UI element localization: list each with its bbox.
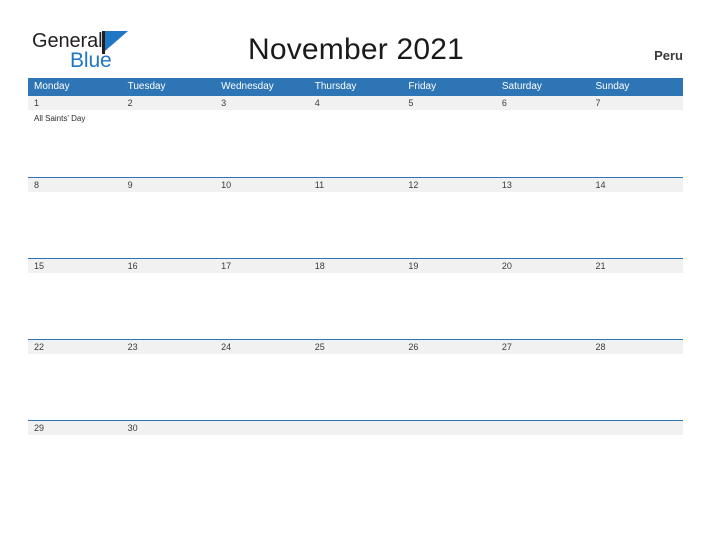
day-number: 7 <box>595 98 601 108</box>
day-number: 8 <box>34 180 40 190</box>
day-number: 23 <box>127 342 138 352</box>
calendar-week-row: 22 23 24 25 26 27 28 <box>28 339 683 420</box>
calendar-day-cell[interactable]: 11 <box>309 178 403 258</box>
day-number: 13 <box>501 180 512 190</box>
calendar-day-cell[interactable]: 13 <box>496 178 590 258</box>
calendar-grid: Monday Tuesday Wednesday Thursday Friday Satu… <box>28 78 683 442</box>
calendar-day-cell[interactable]: 14 <box>589 178 683 258</box>
calendar-week-row: 15 16 17 18 19 20 21 <box>28 258 683 339</box>
calendar-day-cell[interactable]: 8 <box>28 178 122 258</box>
calendar-day-cell[interactable]: 16 <box>122 259 216 339</box>
calendar-day-cell[interactable]: 26 <box>402 340 496 420</box>
calendar-day-cell[interactable]: 1 All Saints' Day <box>28 96 122 177</box>
calendar-day-cell[interactable]: 23 <box>122 340 216 420</box>
calendar-day-cell[interactable]: 4 <box>309 96 403 177</box>
day-number: 21 <box>595 261 606 271</box>
day-number: 3 <box>221 98 227 108</box>
calendar-day-cell[interactable]: 6 <box>496 96 590 177</box>
weekday-header-cell: Wednesday <box>221 81 274 92</box>
calendar-day-cell[interactable]: 20 <box>496 259 590 339</box>
day-number: 10 <box>221 180 232 190</box>
country-label: Peru <box>654 48 683 63</box>
day-number: 19 <box>408 261 419 271</box>
day-number: 4 <box>314 98 320 108</box>
calendar-day-cell[interactable]: 12 <box>402 178 496 258</box>
calendar-week-row: 1 All Saints' Day 2 3 4 5 6 7 <box>28 96 683 177</box>
day-number: 5 <box>408 98 414 108</box>
calendar-weeks: 1 All Saints' Day 2 3 4 5 6 7 8 9 10 11 12 13 14 15 16 17… <box>28 96 683 442</box>
calendar-day-cell[interactable]: 25 <box>309 340 403 420</box>
weekday-header-cell: Thursday <box>314 81 357 92</box>
day-number: 14 <box>595 180 606 190</box>
day-number: 17 <box>221 261 232 271</box>
day-number: 25 <box>314 342 325 352</box>
calendar-day-cell[interactable] <box>309 421 403 442</box>
calendar-day-cell[interactable]: 3 <box>215 96 309 177</box>
calendar-day-cell[interactable]: 7 <box>589 96 683 177</box>
calendar-day-cell[interactable] <box>215 421 309 442</box>
day-number <box>221 421 309 435</box>
day-number: 28 <box>595 342 606 352</box>
calendar-day-cell[interactable]: 19 <box>402 259 496 339</box>
day-number: 20 <box>501 261 512 271</box>
calendar-day-cell[interactable]: 29 <box>28 421 122 442</box>
day-events: All Saints' Day <box>34 110 122 124</box>
calendar-week-row: 8 9 10 11 12 13 14 <box>28 177 683 258</box>
calendar-page: General Blue November 2021 Peru Monday Tu… <box>0 0 712 550</box>
calendar-day-cell[interactable]: 9 <box>122 178 216 258</box>
page-title: November 2021 <box>247 33 465 66</box>
day-number: 16 <box>127 261 138 271</box>
day-number: 15 <box>34 261 45 271</box>
page-header: General Blue November 2021 Peru <box>0 0 712 78</box>
day-number: 26 <box>408 342 419 352</box>
calendar-day-cell[interactable]: 2 <box>122 96 216 177</box>
day-number: 24 <box>221 342 232 352</box>
day-number: 6 <box>501 98 507 108</box>
day-number: 12 <box>408 180 419 190</box>
weekday-header-cell: Monday <box>34 81 70 92</box>
calendar-day-cell[interactable]: 27 <box>496 340 590 420</box>
weekday-header-cell: Friday <box>408 81 437 92</box>
calendar-day-cell[interactable]: 21 <box>589 259 683 339</box>
calendar-week-row: 29 30 <box>28 420 683 442</box>
day-number: 27 <box>501 342 512 352</box>
calendar-day-cell[interactable]: 30 <box>122 421 216 442</box>
day-number: 11 <box>314 180 325 190</box>
day-number <box>315 421 403 435</box>
calendar-day-cell[interactable]: 15 <box>28 259 122 339</box>
calendar-day-cell[interactable] <box>496 421 590 442</box>
day-number: 2 <box>127 98 133 108</box>
day-number: 1 <box>34 98 40 108</box>
calendar-day-cell[interactable]: 24 <box>215 340 309 420</box>
day-number <box>502 421 590 435</box>
day-number: 30 <box>127 423 138 433</box>
weekday-header-row: Monday Tuesday Wednesday Thursday Friday Satu… <box>28 78 683 96</box>
calendar-day-cell[interactable]: 22 <box>28 340 122 420</box>
calendar-day-cell[interactable] <box>589 421 683 442</box>
day-event-label: All Saints' Day <box>34 114 86 123</box>
weekday-header-cell: Tuesday <box>127 81 166 92</box>
calendar-day-cell[interactable]: 10 <box>215 178 309 258</box>
day-number <box>595 421 683 435</box>
day-number: 18 <box>314 261 325 271</box>
day-number: 22 <box>34 342 45 352</box>
calendar-day-cell[interactable] <box>402 421 496 442</box>
weekday-header-cell: Saturday <box>501 81 542 92</box>
day-number: 29 <box>34 423 45 433</box>
calendar-day-cell[interactable]: 18 <box>309 259 403 339</box>
day-number: 9 <box>127 180 133 190</box>
calendar-day-cell[interactable]: 17 <box>215 259 309 339</box>
calendar-day-cell[interactable]: 5 <box>402 96 496 177</box>
calendar-day-cell[interactable]: 28 <box>589 340 683 420</box>
weekday-header-cell: Sunday <box>595 81 630 92</box>
day-number <box>408 421 496 435</box>
